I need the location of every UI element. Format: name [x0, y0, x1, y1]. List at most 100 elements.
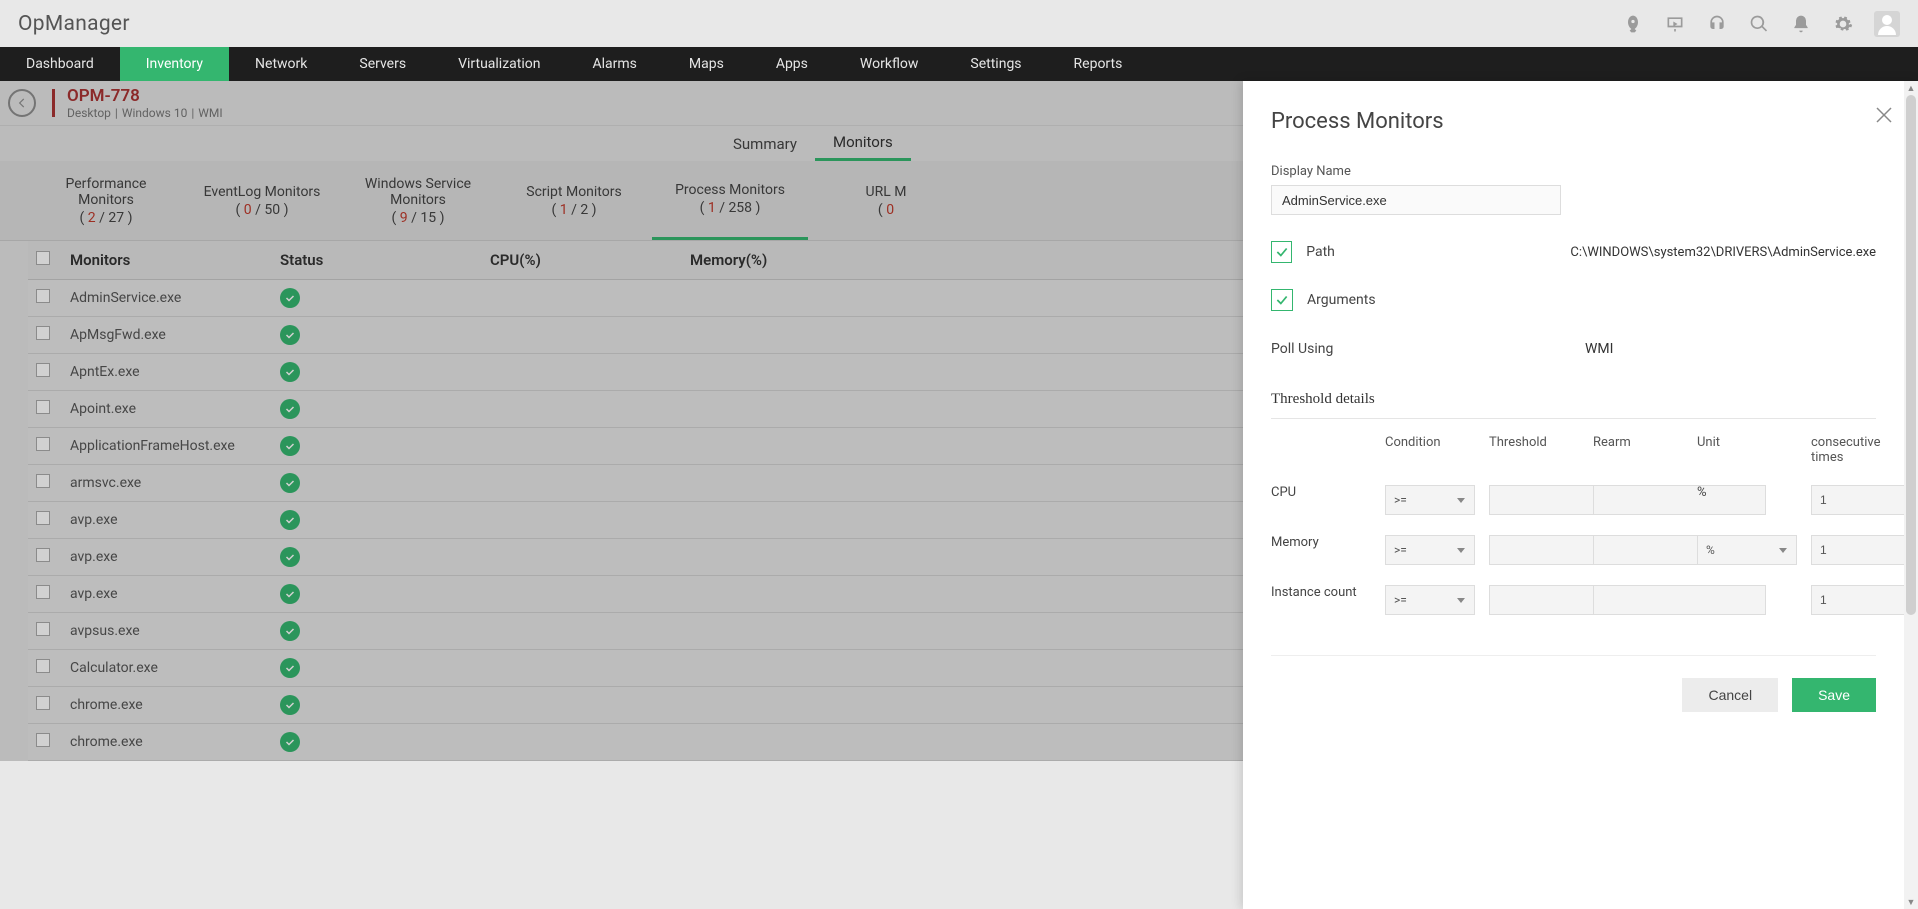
thresh-header: Rearm: [1593, 435, 1683, 465]
presentation-icon[interactable]: [1664, 13, 1686, 35]
main-nav: DashboardInventoryNetworkServersVirtuali…: [0, 47, 1918, 81]
monitor-name: armsvc.exe: [62, 465, 272, 502]
row-checkbox[interactable]: [36, 696, 50, 710]
arguments-checkbox[interactable]: [1271, 289, 1293, 311]
monitor-name: avp.exe: [62, 539, 272, 576]
nav-maps[interactable]: Maps: [663, 47, 750, 81]
monitor-name: avp.exe: [62, 502, 272, 539]
path-checkbox[interactable]: [1271, 241, 1292, 263]
col-cpu: CPU(%): [482, 241, 682, 280]
monitor-cat-2[interactable]: Windows ServiceMonitors( 9 / 15 ): [340, 161, 496, 240]
row-checkbox[interactable]: [36, 289, 50, 303]
nav-dashboard[interactable]: Dashboard: [0, 47, 120, 81]
row-checkbox[interactable]: [36, 622, 50, 636]
arguments-label: Arguments: [1307, 292, 1567, 308]
condition-select[interactable]: >=: [1385, 585, 1475, 615]
nav-virtualization[interactable]: Virtualization: [432, 47, 566, 81]
nav-apps[interactable]: Apps: [750, 47, 834, 81]
select-all-checkbox[interactable]: [36, 251, 50, 265]
status-ok-icon: [280, 547, 300, 567]
nav-network[interactable]: Network: [229, 47, 333, 81]
headset-icon[interactable]: [1706, 13, 1728, 35]
search-icon[interactable]: [1748, 13, 1770, 35]
row-checkbox[interactable]: [36, 511, 50, 525]
row-checkbox[interactable]: [36, 733, 50, 747]
row-checkbox[interactable]: [36, 548, 50, 562]
path-value: C:\WINDOWS\system32\DRIVERS\AdminService…: [1570, 245, 1876, 260]
consecutive-times-input[interactable]: [1811, 485, 1904, 515]
row-checkbox[interactable]: [36, 326, 50, 340]
scroll-down-icon[interactable]: ▼: [1904, 895, 1918, 909]
condition-select[interactable]: >=: [1385, 535, 1475, 565]
panel-scrollbar[interactable]: ▲ ▼: [1904, 81, 1918, 909]
unit-label: %: [1697, 485, 1797, 500]
thresh-row-label: CPU: [1271, 485, 1371, 500]
nav-workflow[interactable]: Workflow: [834, 47, 945, 81]
path-label: Path: [1306, 244, 1556, 260]
monitor-name: ApntEx.exe: [62, 354, 272, 391]
status-ok-icon: [280, 732, 300, 752]
nav-servers[interactable]: Servers: [333, 47, 432, 81]
thresh-row-label: Memory: [1271, 535, 1371, 550]
monitor-name: Calculator.exe: [62, 650, 272, 687]
topbar-icons: [1622, 11, 1900, 37]
close-icon[interactable]: [1872, 103, 1896, 127]
row-checkbox[interactable]: [36, 363, 50, 377]
monitor-cat-1[interactable]: EventLog Monitors( 0 / 50 ): [184, 161, 340, 240]
display-name-label: Display Name: [1271, 164, 1876, 179]
nav-alarms[interactable]: Alarms: [566, 47, 662, 81]
thresh-header: [1271, 435, 1371, 465]
subtab-monitors[interactable]: Monitors: [815, 126, 911, 161]
monitor-name: avp.exe: [62, 576, 272, 613]
poll-using-label: Poll Using: [1271, 341, 1585, 357]
rocket-icon[interactable]: [1622, 13, 1644, 35]
monitor-name: ApMsgFwd.exe: [62, 317, 272, 354]
cancel-button[interactable]: Cancel: [1682, 678, 1778, 712]
row-checkbox[interactable]: [36, 585, 50, 599]
bell-icon[interactable]: [1790, 13, 1812, 35]
condition-select[interactable]: >=: [1385, 485, 1475, 515]
thresh-header: Unit: [1697, 435, 1797, 465]
monitor-cat-0[interactable]: PerformanceMonitors( 2 / 27 ): [28, 161, 184, 240]
save-button[interactable]: Save: [1792, 678, 1876, 712]
status-ok-icon: [280, 362, 300, 382]
status-ok-icon: [280, 658, 300, 678]
status-bar-red: [52, 89, 55, 117]
gear-icon[interactable]: [1832, 13, 1854, 35]
device-info: OPM-778 Desktop|Windows 10|WMI: [67, 86, 223, 120]
status-ok-icon: [280, 510, 300, 530]
status-ok-icon: [280, 288, 300, 308]
consecutive-times-input[interactable]: [1811, 535, 1904, 565]
brand: OpManager: [18, 12, 130, 36]
monitor-name: chrome.exe: [62, 687, 272, 724]
monitor-cat-3[interactable]: Script Monitors( 1 / 2 ): [496, 161, 652, 240]
panel-footer: Cancel Save: [1271, 655, 1876, 712]
back-button[interactable]: [8, 89, 36, 117]
subtab-summary[interactable]: Summary: [715, 126, 815, 161]
threshold-grid: ConditionThresholdRearmUnitconsecutive t…: [1271, 435, 1876, 615]
device-name: OPM-778: [67, 86, 223, 106]
row-checkbox[interactable]: [36, 437, 50, 451]
monitor-name: chrome.exe: [62, 724, 272, 761]
display-name-input[interactable]: [1271, 185, 1561, 215]
unit-select[interactable]: %: [1697, 535, 1797, 565]
nav-settings[interactable]: Settings: [944, 47, 1047, 81]
nav-reports[interactable]: Reports: [1048, 47, 1149, 81]
scroll-thumb[interactable]: [1906, 95, 1916, 615]
scroll-up-icon[interactable]: ▲: [1904, 81, 1918, 95]
monitor-cat-4[interactable]: Process Monitors( 1 / 258 ): [652, 161, 808, 240]
col-status: Status: [272, 241, 482, 280]
status-ok-icon: [280, 695, 300, 715]
nav-inventory[interactable]: Inventory: [120, 47, 229, 81]
thresh-header: consecutive times: [1811, 435, 1891, 465]
monitor-name: ApplicationFrameHost.exe: [62, 428, 272, 465]
status-ok-icon: [280, 621, 300, 641]
monitor-cat-5[interactable]: URL M( 0: [808, 161, 964, 240]
row-checkbox[interactable]: [36, 400, 50, 414]
avatar-icon[interactable]: [1874, 11, 1900, 37]
row-checkbox[interactable]: [36, 474, 50, 488]
status-ok-icon: [280, 584, 300, 604]
consecutive-times-input[interactable]: [1811, 585, 1904, 615]
monitor-name: AdminService.exe: [62, 280, 272, 317]
row-checkbox[interactable]: [36, 659, 50, 673]
